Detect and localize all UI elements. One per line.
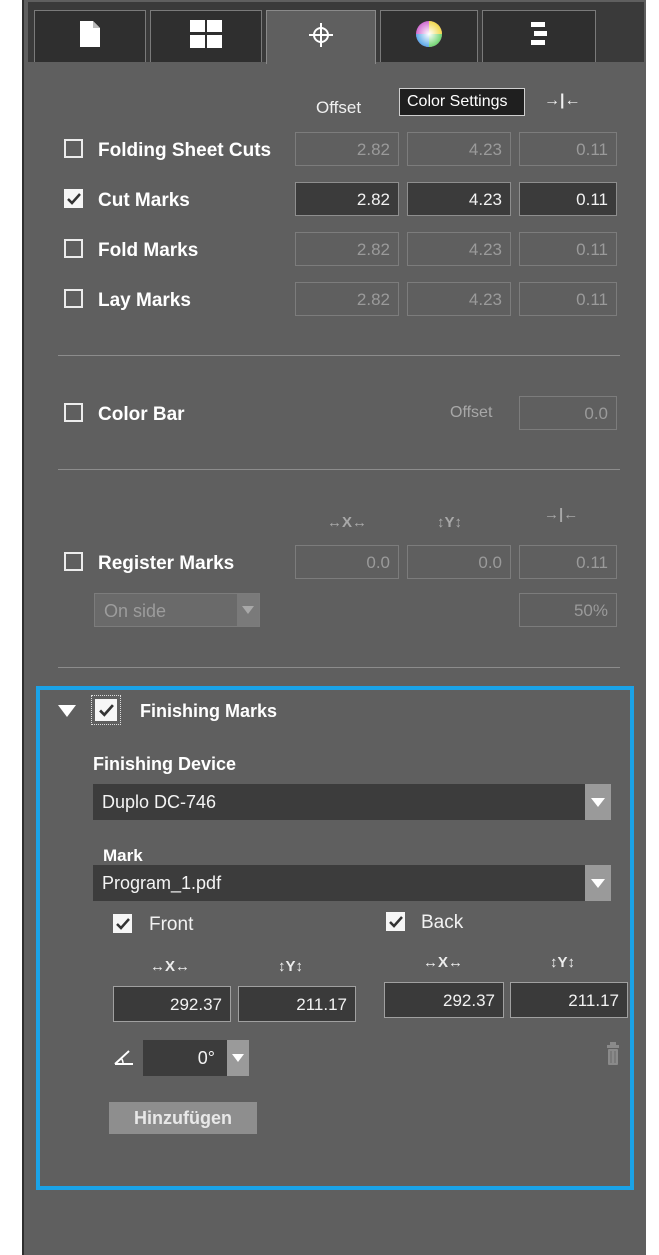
angle-value: 0° — [197, 1048, 215, 1068]
cut-marks-v2[interactable]: 4.23 — [407, 182, 511, 216]
crosshair-icon — [308, 22, 334, 53]
finishing-device-dropdown[interactable]: Duplo DC-746 — [93, 784, 611, 820]
color-bar-label: Color Bar — [98, 404, 185, 425]
front-x-header: ↔X↔ — [150, 958, 191, 975]
register-y-header: ↕Y↕ — [437, 514, 463, 531]
folding-sheet-cuts-v1[interactable]: 2.82 — [295, 132, 399, 166]
back-label: Back — [421, 912, 464, 933]
cut-marks-checkbox[interactable] — [64, 189, 83, 208]
cut-marks-v1[interactable]: 2.82 — [295, 182, 399, 216]
register-scale-field[interactable]: 50% — [519, 593, 617, 627]
fold-marks-v2[interactable]: 4.23 — [407, 232, 511, 266]
front-y-header: ↕Y↕ — [278, 958, 304, 975]
checkmark-icon — [98, 703, 114, 717]
color-bar-offset-label: Offset — [450, 404, 493, 421]
lay-marks-v2[interactable]: 4.23 — [407, 282, 511, 316]
register-marks-checkbox[interactable] — [64, 552, 83, 571]
chevron-down-icon — [227, 1040, 249, 1076]
color-bar-checkbox[interactable] — [64, 403, 83, 422]
finishing-device-value: Duplo DC-746 — [102, 792, 217, 812]
front-y-field[interactable]: 211.17 — [238, 986, 356, 1022]
fold-marks-checkbox[interactable] — [64, 239, 83, 258]
color-settings-tooltip: Color Settings — [399, 88, 525, 116]
front-checkbox[interactable] — [113, 914, 132, 933]
angle-icon — [113, 1048, 135, 1071]
bleed-icon: →|← — [544, 92, 581, 109]
cut-marks-v3[interactable]: 0.11 — [519, 182, 617, 216]
angle-dropdown[interactable]: 0° — [143, 1040, 249, 1076]
folding-sheet-cuts-v2[interactable]: 4.23 — [407, 132, 511, 166]
register-bleed-field[interactable]: 0.11 — [519, 545, 617, 579]
back-x-field[interactable]: 292.37 — [384, 982, 504, 1018]
lay-marks-label: Lay Marks — [98, 290, 191, 311]
back-checkbox[interactable] — [386, 912, 405, 931]
back-x-header: ↔X↔ — [423, 954, 464, 971]
register-x-field[interactable]: 0.0 — [295, 545, 399, 579]
back-y-header: ↕Y↕ — [550, 954, 576, 971]
tab-align[interactable] — [482, 10, 596, 62]
register-marks-label: Register Marks — [98, 553, 235, 574]
align-icon — [529, 20, 549, 53]
register-position-dropdown[interactable]: On side — [94, 593, 260, 627]
mark-dropdown[interactable]: Program_1.pdf — [93, 865, 611, 901]
separator — [58, 355, 620, 356]
register-x-header: ↔X↔ — [327, 514, 368, 531]
tab-marks[interactable] — [266, 10, 376, 64]
finishing-device-label: Finishing Device — [93, 754, 237, 774]
tab-color[interactable] — [380, 10, 478, 62]
layout-icon — [189, 19, 223, 54]
folding-sheet-cuts-label: Folding Sheet Cuts — [98, 140, 272, 161]
tab-layout[interactable] — [150, 10, 262, 62]
separator — [58, 469, 620, 470]
chevron-down-icon — [585, 865, 611, 901]
fold-marks-v3[interactable]: 0.11 — [519, 232, 617, 266]
fold-marks-label: Fold Marks — [98, 240, 199, 261]
collapse-triangle-icon[interactable] — [58, 704, 76, 722]
register-position-value: On side — [104, 601, 167, 621]
checkmark-icon — [66, 192, 81, 205]
offset-header: Offset — [316, 98, 362, 117]
mark-value: Program_1.pdf — [102, 873, 222, 893]
lay-marks-checkbox[interactable] — [64, 289, 83, 308]
front-label: Front — [149, 914, 194, 935]
color-bar-offset-field[interactable]: 0.0 — [519, 396, 617, 430]
front-x-field[interactable]: 292.37 — [113, 986, 231, 1022]
document-icon — [79, 20, 101, 53]
lay-marks-v1[interactable]: 2.82 — [295, 282, 399, 316]
folding-sheet-cuts-checkbox[interactable] — [64, 139, 83, 158]
register-y-field[interactable]: 0.0 — [407, 545, 511, 579]
folding-sheet-cuts-v3[interactable]: 0.11 — [519, 132, 617, 166]
add-button[interactable]: Hinzufügen — [109, 1102, 257, 1134]
fold-marks-v1[interactable]: 2.82 — [295, 232, 399, 266]
tab-bar — [28, 2, 644, 64]
checkmark-icon — [388, 915, 403, 928]
register-bleed-icon: →|← — [544, 506, 579, 523]
lay-marks-v3[interactable]: 0.11 — [519, 282, 617, 316]
chevron-down-icon — [237, 594, 259, 626]
finishing-marks-label: Finishing Marks — [140, 701, 278, 721]
mark-label: Mark — [103, 846, 143, 865]
cut-marks-label: Cut Marks — [98, 190, 190, 211]
tab-document[interactable] — [34, 10, 146, 62]
separator — [58, 667, 620, 668]
color-wheel-icon — [414, 19, 444, 54]
back-y-field[interactable]: 211.17 — [510, 982, 628, 1018]
chevron-down-icon — [585, 784, 611, 820]
trash-icon[interactable] — [606, 1042, 620, 1071]
finishing-marks-checkbox[interactable] — [91, 695, 121, 725]
checkmark-icon — [115, 917, 130, 930]
